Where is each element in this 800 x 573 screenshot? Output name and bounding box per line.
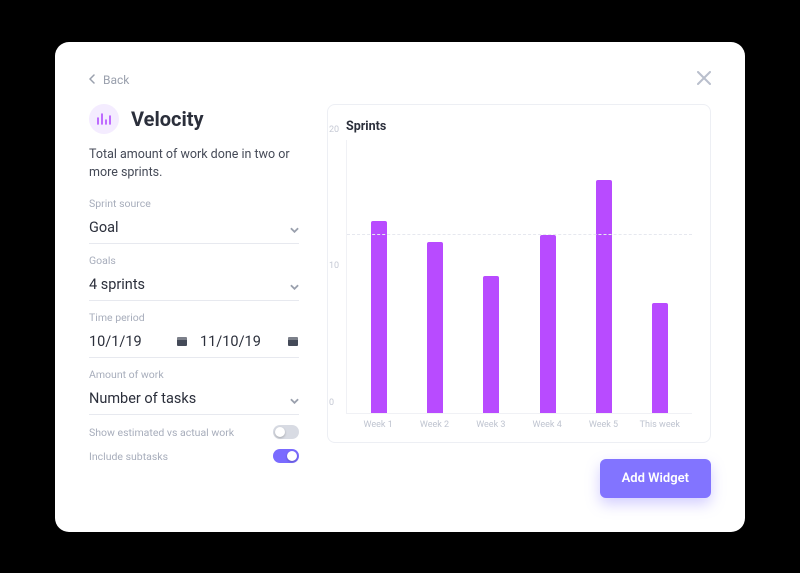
chart-panel: Sprints 01020 Week 1Week 2Week 3Week 4We… [327,104,711,498]
show-estimated-toggle[interactable] [273,425,299,439]
amount-of-work-select[interactable]: Number of tasks [89,385,299,415]
chart-x-label: Week 5 [575,420,631,430]
topbar: Back [89,70,711,90]
include-subtasks-label: Include subtasks [89,450,168,463]
chart-y-tick: 0 [329,398,334,408]
back-button[interactable]: Back [89,73,129,87]
chart-bar [652,303,668,412]
include-subtasks-toggle[interactable] [273,449,299,463]
chart-x-label: Week 2 [406,420,462,430]
amount-of-work-label: Amount of work [89,368,299,381]
chevron-down-icon [290,389,299,408]
goals-select[interactable]: 4 sprints [89,271,299,301]
chart-bar [427,242,443,413]
chart-bar [540,235,556,412]
chart-x-label: Week 3 [463,420,519,430]
date-to: 11/10/19 [200,333,275,350]
show-estimated-label: Show estimated vs actual work [89,426,234,439]
goals-label: Goals [89,254,299,267]
goals-value: 4 sprints [89,276,145,293]
chevron-left-icon [89,73,95,87]
chart-y-tick: 20 [329,125,339,135]
chart-y-tick: 10 [329,261,339,271]
chevron-down-icon [290,218,299,237]
amount-of-work-value: Number of tasks [89,390,196,407]
sprint-source-value: Goal [89,219,119,236]
chart-x-label: Week 1 [350,420,406,430]
add-widget-button[interactable]: Add Widget [600,459,711,498]
chart-bar [371,221,387,412]
chart-title: Sprints [346,119,692,134]
chart-plot-area: 01020 [346,140,692,414]
back-label: Back [103,73,129,87]
widget-config-modal: Back Velocity Total amount of work done … [55,42,745,532]
chart-reference-line [347,234,692,235]
calendar-icon [176,332,188,351]
calendar-icon [287,332,299,351]
chart-bar [483,276,499,413]
chevron-down-icon [290,275,299,294]
page-description: Total amount of work done in two or more… [89,146,299,184]
chart-x-labels: Week 1Week 2Week 3Week 4Week 5This week [346,414,692,430]
page-title: Velocity [131,107,204,131]
chart-x-label: Week 4 [519,420,575,430]
chart-x-label: This week [632,420,688,430]
velocity-icon [89,104,119,134]
sprint-source-select[interactable]: Goal [89,214,299,244]
sprint-source-label: Sprint source [89,197,299,210]
close-button[interactable] [697,70,711,89]
time-period-label: Time period [89,311,299,324]
time-period-picker[interactable]: 10/1/19 11/10/19 [89,328,299,358]
chart-bar [596,180,612,412]
date-from: 10/1/19 [89,333,164,350]
config-sidebar: Velocity Total amount of work done in tw… [89,104,299,498]
